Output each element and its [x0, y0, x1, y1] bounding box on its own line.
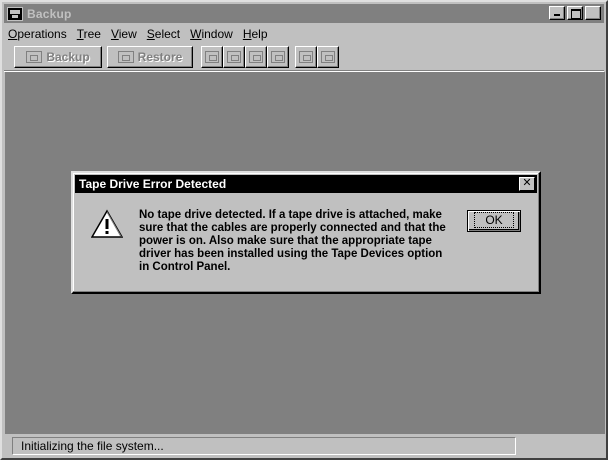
menu-tree[interactable]: Tree — [77, 27, 101, 41]
uncheck-button[interactable] — [317, 45, 339, 68]
dialog-message: No tape drive detected. If a tape drive … — [139, 209, 446, 273]
menu-help[interactable]: Help — [243, 27, 268, 41]
warning-icon — [91, 209, 123, 238]
erase-button[interactable] — [267, 45, 289, 68]
ok-button[interactable]: OK — [467, 210, 521, 232]
backup-icon — [26, 50, 43, 63]
menu-select[interactable]: Select — [147, 27, 180, 41]
restore-button[interactable]: Restore — [107, 45, 193, 68]
menu-bar: Operations Tree View Select Window Help — [4, 24, 604, 43]
title-bar[interactable]: Backup ✕ — [4, 4, 604, 23]
uncheck-icon — [321, 50, 335, 63]
menu-operations[interactable]: Operations — [8, 27, 67, 41]
retension-icon — [227, 50, 241, 63]
dialog-title-bar[interactable]: Tape Drive Error Detected ✕ — [75, 175, 537, 193]
retension-button[interactable] — [223, 45, 245, 68]
menu-view[interactable]: View — [111, 27, 137, 41]
dialog-title: Tape Drive Error Detected — [79, 177, 227, 191]
eject-button[interactable] — [245, 45, 267, 68]
tape-tools-group — [201, 45, 289, 68]
title-buttons: ✕ — [547, 6, 601, 20]
select-tools-group — [295, 45, 339, 68]
close-button[interactable]: ✕ — [585, 6, 601, 20]
status-bar: Initializing the file system... — [4, 436, 604, 456]
catalog-icon — [205, 50, 219, 63]
maximize-button[interactable] — [567, 6, 583, 20]
check-icon — [299, 50, 313, 63]
menu-window[interactable]: Window — [190, 27, 233, 41]
restore-icon — [117, 50, 134, 63]
backup-window: Backup ✕ Operations Tree View Select Win… — [0, 0, 608, 460]
error-dialog: Tape Drive Error Detected ✕ No tape driv… — [71, 171, 541, 294]
dialog-close-button[interactable]: ✕ — [519, 177, 535, 191]
toolbar: Backup Restore — [4, 43, 604, 71]
minimize-button[interactable] — [549, 6, 565, 20]
check-button[interactable] — [295, 45, 317, 68]
eject-icon — [249, 50, 263, 63]
catalog-button[interactable] — [201, 45, 223, 68]
erase-icon — [271, 50, 285, 63]
status-text: Initializing the file system... — [12, 437, 516, 455]
window-title: Backup — [27, 6, 72, 21]
tape-backup-icon[interactable] — [7, 6, 23, 21]
backup-button[interactable]: Backup — [14, 45, 102, 68]
